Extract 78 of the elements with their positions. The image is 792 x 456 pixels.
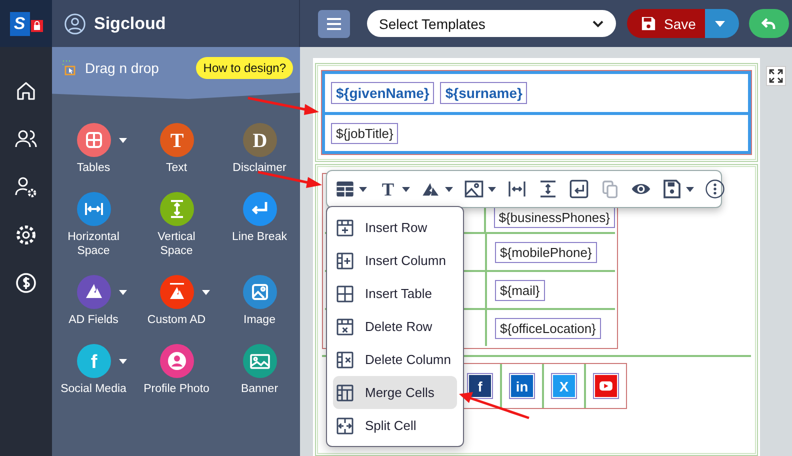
app-name: Sigcloud <box>94 14 166 34</box>
menu-item[interactable]: Delete Column <box>333 343 457 376</box>
table-insert-column-icon <box>336 252 354 270</box>
drag-icon <box>62 60 78 76</box>
tool-item[interactable]: Vertical Space <box>135 192 218 258</box>
tool-item[interactable]: T Text <box>135 123 218 175</box>
placeholder-field[interactable]: ${mail} <box>495 280 545 300</box>
annotation-arrow <box>459 392 530 420</box>
tool-item[interactable]: Tables <box>52 123 135 175</box>
settings-icon[interactable] <box>14 223 38 247</box>
letter-tool-icon: D <box>242 123 276 157</box>
tool-item[interactable]: f Social Media <box>52 344 135 396</box>
placeholder-field[interactable]: ${officeLocation} <box>495 318 601 338</box>
table-insert-table-icon <box>336 284 354 302</box>
hspace-tool-icon[interactable] <box>507 179 527 199</box>
template-select[interactable]: Select Templates <box>367 10 616 37</box>
tool-item[interactable]: AD Fields <box>52 275 135 327</box>
linkedin-icon[interactable]: in <box>511 375 533 397</box>
undo-icon <box>760 16 777 32</box>
youtube-icon[interactable] <box>595 375 617 397</box>
more-tool-icon[interactable] <box>705 179 725 199</box>
menu-item[interactable]: Insert Column <box>333 244 457 277</box>
tool-item[interactable]: D Disclaimer <box>218 123 301 175</box>
app-logo: S <box>0 0 52 47</box>
tool-item[interactable]: Line Break <box>218 192 301 258</box>
user-settings-icon[interactable] <box>14 175 38 199</box>
help-button[interactable]: How to design? <box>196 57 293 79</box>
menu-item[interactable]: Delete Row <box>333 310 457 343</box>
sidebar-title: Drag n drop <box>85 60 159 76</box>
vspace-tool-icon[interactable] <box>538 179 558 199</box>
menu-item[interactable]: Insert Table <box>333 277 457 310</box>
caret-icon[interactable] <box>118 138 126 143</box>
tool-item[interactable]: Profile Photo <box>135 344 218 396</box>
facebook-icon[interactable]: f <box>469 375 491 397</box>
caret-icon[interactable] <box>118 290 126 295</box>
image-tool-icon[interactable] <box>464 179 484 199</box>
save-tool-icon[interactable] <box>662 179 682 199</box>
undo-button[interactable] <box>748 9 789 38</box>
caret-icon[interactable] <box>118 359 126 364</box>
menu-icon <box>326 16 342 30</box>
tool-item[interactable]: Horizontal Space <box>52 192 135 258</box>
caret-icon <box>714 20 725 26</box>
caret-icon[interactable] <box>402 186 410 192</box>
caret-icon[interactable] <box>488 186 496 192</box>
caret-icon[interactable] <box>202 290 210 295</box>
save-options-button[interactable] <box>704 9 739 38</box>
save-button[interactable]: Save <box>627 9 705 38</box>
table-merge-icon <box>336 384 354 402</box>
tool-item[interactable]: Custom AD <box>135 275 218 327</box>
table-insert-row-icon <box>336 218 354 236</box>
fullscreen-icon[interactable] <box>766 66 786 86</box>
table-delete-row-icon <box>336 318 354 336</box>
placeholder-field[interactable]: ${givenName} <box>331 82 434 104</box>
caret-icon[interactable] <box>359 186 367 192</box>
table-tool-icon[interactable] <box>335 179 355 199</box>
placeholder-field[interactable]: ${mobilePhone} <box>495 242 597 262</box>
placeholder-field[interactable]: ${surname} <box>440 82 528 104</box>
social-tool-icon: f <box>76 344 110 378</box>
linebreak-tool-icon[interactable] <box>569 179 589 199</box>
letter-tool-icon[interactable]: T <box>378 179 398 199</box>
annotation-arrow <box>258 170 322 188</box>
table-delete-column-icon <box>336 350 354 368</box>
table-split-icon <box>336 416 354 434</box>
home-icon[interactable] <box>14 79 38 103</box>
tool-item[interactable]: Image <box>218 275 301 327</box>
annotation-arrow <box>248 96 319 115</box>
dollar-icon[interactable] <box>14 271 38 295</box>
account-icon[interactable] <box>64 12 86 34</box>
menu-button[interactable] <box>318 10 350 38</box>
caret-icon[interactable] <box>445 186 453 192</box>
chevron-down-icon <box>592 20 604 28</box>
placeholder-field[interactable]: ${jobTitle} <box>331 122 398 144</box>
tool-item[interactable]: Banner <box>218 344 301 396</box>
menu-item[interactable]: Merge Cells <box>333 376 457 409</box>
letter-tool-icon: T <box>160 123 194 157</box>
menu-item[interactable]: Split Cell <box>333 409 457 442</box>
menu-item[interactable]: Insert Row <box>333 211 457 244</box>
caret-icon[interactable] <box>686 186 694 192</box>
